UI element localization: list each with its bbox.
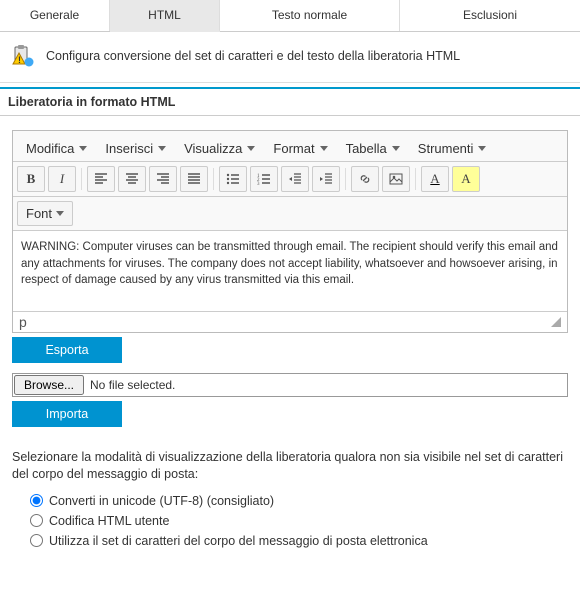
status-bar: p (13, 311, 567, 332)
browse-button[interactable]: Browse... (14, 375, 84, 395)
tab-exclusions[interactable]: Esclusioni (400, 0, 580, 31)
caret-icon (79, 146, 87, 151)
svg-text:3: 3 (257, 182, 260, 186)
font-label: Font (26, 206, 52, 221)
radio-html-user[interactable]: Codifica HTML utente (30, 511, 568, 531)
separator (415, 168, 416, 190)
clipboard-warning-icon: ! (10, 44, 34, 68)
info-banner: ! Configura conversione del set di carat… (0, 32, 580, 83)
numbered-list-button[interactable]: 123 (250, 166, 278, 192)
menu-edit[interactable]: Modifica (17, 135, 96, 161)
menubar: Modifica Inserisci Visualizza Format Tab… (13, 131, 567, 162)
menu-format[interactable]: Format (264, 135, 336, 161)
caret-icon (247, 146, 255, 151)
menu-tools[interactable]: Strumenti (409, 135, 496, 161)
font-family-dropdown[interactable]: Font (17, 201, 73, 226)
italic-button[interactable]: I (48, 166, 76, 192)
separator (213, 168, 214, 190)
toolbar: B I 123 A A (13, 162, 567, 197)
radio-body-charset[interactable]: Utilizza il set di caratteri del corpo d… (30, 531, 568, 551)
text-color-button[interactable]: A (421, 166, 449, 192)
caret-icon (478, 146, 486, 151)
radio-utf8-label: Converti in unicode (UTF-8) (consigliato… (49, 494, 274, 508)
radio-body-charset-label: Utilizza il set di caratteri del corpo d… (49, 534, 428, 548)
svg-text:!: ! (18, 55, 21, 65)
encoding-options: Converti in unicode (UTF-8) (consigliato… (30, 491, 568, 551)
font-row: Font (13, 197, 567, 231)
tab-general[interactable]: Generale (0, 0, 110, 31)
menu-view[interactable]: Visualizza (175, 135, 264, 161)
menu-insert[interactable]: Inserisci (96, 135, 175, 161)
caret-icon (320, 146, 328, 151)
radio-html-user-label: Codifica HTML utente (49, 514, 169, 528)
import-button[interactable]: Importa (12, 401, 122, 427)
bullet-list-button[interactable] (219, 166, 247, 192)
encoding-help-text: Selezionare la modalità di visualizzazio… (12, 449, 568, 483)
menu-table[interactable]: Tabella (337, 135, 409, 161)
menu-insert-label: Inserisci (105, 141, 153, 156)
separator (345, 168, 346, 190)
caret-icon (158, 146, 166, 151)
radio-utf8[interactable]: Converti in unicode (UTF-8) (consigliato… (30, 491, 568, 511)
info-text: Configura conversione del set di caratte… (46, 49, 460, 63)
menu-format-label: Format (273, 141, 314, 156)
editor-textarea[interactable]: WARNING: Computer viruses can be transmi… (13, 231, 567, 311)
menu-table-label: Tabella (346, 141, 387, 156)
caret-icon (392, 146, 400, 151)
radio-html-user-input[interactable] (30, 514, 43, 527)
resize-grip[interactable] (551, 317, 561, 327)
file-status: No file selected. (90, 378, 175, 392)
align-center-button[interactable] (118, 166, 146, 192)
menu-view-label: Visualizza (184, 141, 242, 156)
caret-icon (56, 211, 64, 216)
menu-edit-label: Modifica (26, 141, 74, 156)
tabs: Generale HTML Testo normale Esclusioni (0, 0, 580, 32)
bold-button[interactable]: B (17, 166, 45, 192)
indent-button[interactable] (312, 166, 340, 192)
bg-color-button[interactable]: A (452, 166, 480, 192)
link-button[interactable] (351, 166, 379, 192)
element-path[interactable]: p (19, 314, 27, 330)
image-button[interactable] (382, 166, 410, 192)
tab-plaintext[interactable]: Testo normale (220, 0, 400, 31)
align-left-button[interactable] (87, 166, 115, 192)
tab-html[interactable]: HTML (110, 0, 220, 32)
menu-tools-label: Strumenti (418, 141, 474, 156)
outdent-button[interactable] (281, 166, 309, 192)
radio-utf8-input[interactable] (30, 494, 43, 507)
separator (81, 168, 82, 190)
radio-body-charset-input[interactable] (30, 534, 43, 547)
align-right-button[interactable] (149, 166, 177, 192)
file-input-row: Browse... No file selected. (12, 373, 568, 397)
align-justify-button[interactable] (180, 166, 208, 192)
html-editor: Modifica Inserisci Visualizza Format Tab… (12, 130, 568, 333)
export-button[interactable]: Esporta (12, 337, 122, 363)
section-title: Liberatoria in formato HTML (0, 87, 580, 116)
